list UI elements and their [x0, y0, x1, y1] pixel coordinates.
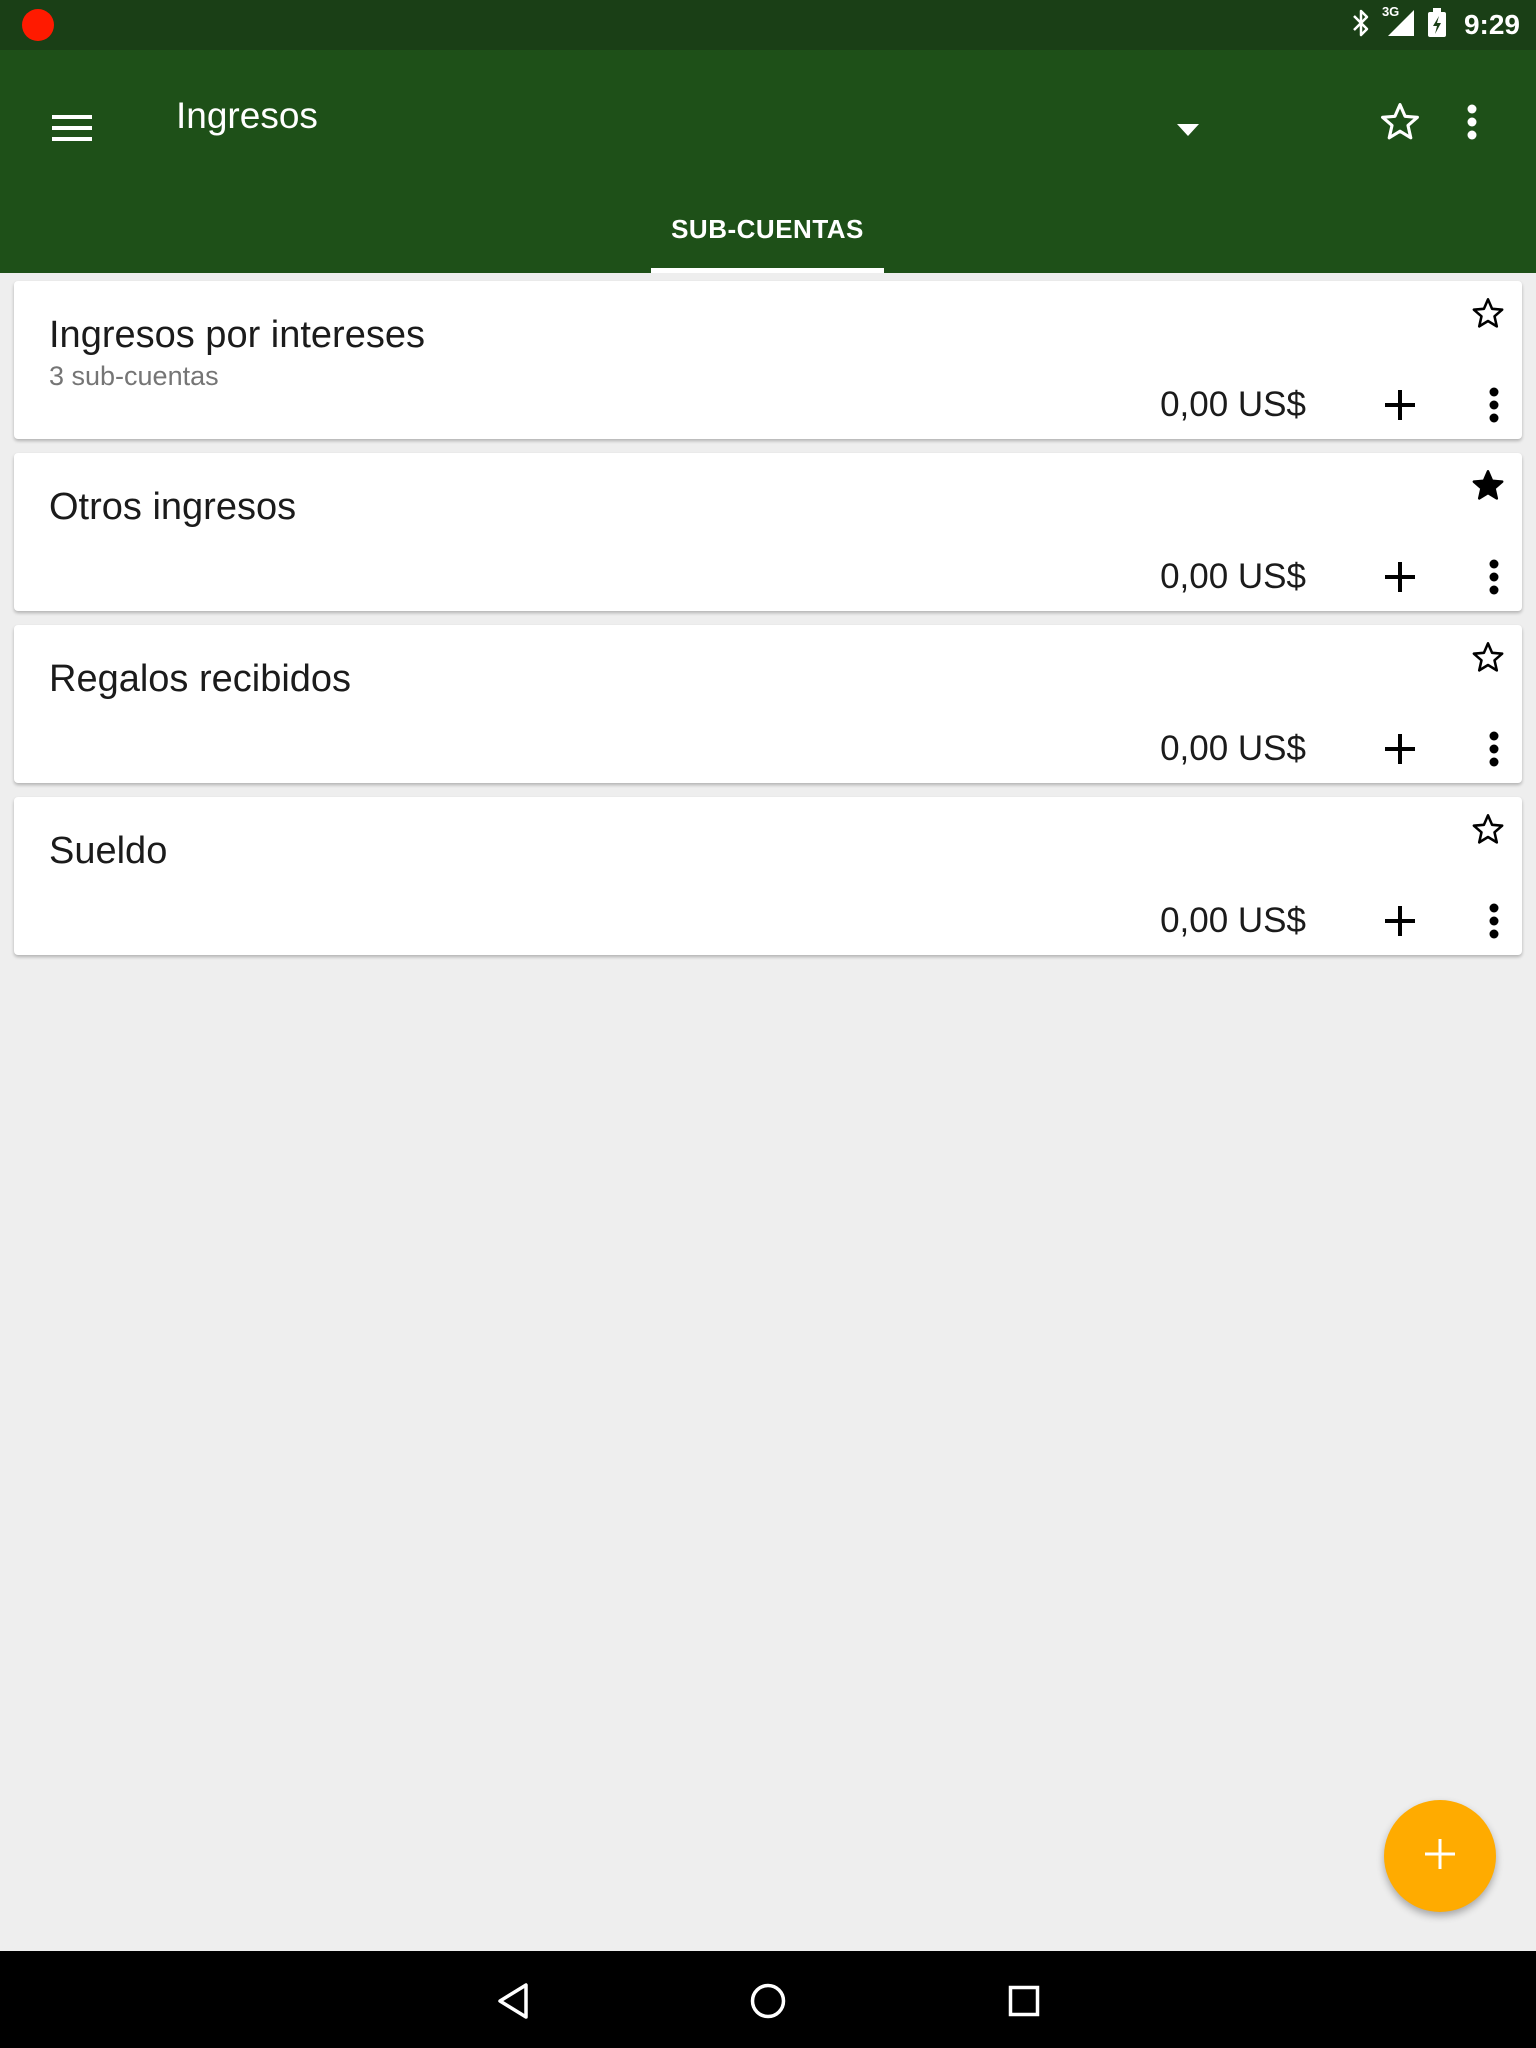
- star-outline-icon[interactable]: [1466, 635, 1510, 679]
- home-icon[interactable]: [736, 1969, 800, 2033]
- plus-icon[interactable]: [1372, 549, 1428, 605]
- more-vert-icon[interactable]: [1474, 549, 1514, 605]
- star-outline-icon[interactable]: [1466, 807, 1510, 851]
- account-name: Sueldo: [49, 830, 168, 872]
- dropdown-arrow-icon[interactable]: [1158, 100, 1218, 160]
- plus-icon[interactable]: [1372, 893, 1428, 949]
- star-outline-icon[interactable]: [1368, 90, 1432, 154]
- clock: 9:29: [1463, 9, 1520, 40]
- status-bar: 3G 9:29: [0, 0, 1536, 50]
- account-card[interactable]: Regalos recibidos 0,00 US$: [14, 625, 1522, 783]
- hamburger-menu-icon[interactable]: [32, 88, 112, 168]
- add-account-fab[interactable]: [1384, 1800, 1496, 1912]
- plus-icon[interactable]: [1372, 721, 1428, 777]
- recents-icon[interactable]: [992, 1969, 1056, 2033]
- account-balance: 0,00 US$: [1160, 385, 1306, 424]
- account-card[interactable]: Otros ingresos 0,00 US$: [14, 453, 1522, 611]
- status-icons: 3G 9:29: [1350, 0, 1520, 50]
- more-vert-icon[interactable]: [1474, 893, 1514, 949]
- app-bar: Ingresos SUB-CUENTAS: [0, 50, 1536, 273]
- plus-icon: [1425, 1838, 1455, 1874]
- signal-icon: 3G: [1382, 4, 1416, 43]
- account-name: Otros ingresos: [49, 486, 297, 528]
- back-icon[interactable]: [481, 1969, 545, 2033]
- account-name: Regalos recibidos: [49, 658, 352, 700]
- recording-dot-icon: [22, 9, 54, 41]
- account-name: Ingresos por intereses: [49, 314, 425, 356]
- navigation-bar: [0, 1951, 1536, 2048]
- tab-label: SUB-CUENTAS: [671, 214, 864, 244]
- network-type: 3G: [1381, 3, 1400, 19]
- account-card[interactable]: Ingresos por intereses 3 sub-cuentas 0,0…: [14, 281, 1522, 439]
- tab-indicator: [651, 268, 884, 273]
- star-filled-icon[interactable]: [1466, 463, 1510, 507]
- account-list: Ingresos por intereses 3 sub-cuentas 0,0…: [14, 281, 1522, 969]
- tab-sub-cuentas[interactable]: SUB-CUENTAS: [651, 200, 884, 273]
- account-card[interactable]: Sueldo 0,00 US$: [14, 797, 1522, 955]
- more-vert-icon[interactable]: [1448, 90, 1496, 154]
- battery-charging-icon: [1426, 7, 1448, 44]
- page-title[interactable]: Ingresos: [176, 92, 318, 140]
- plus-icon[interactable]: [1372, 377, 1428, 433]
- account-subtitle: 3 sub-cuentas: [49, 361, 219, 391]
- account-balance: 0,00 US$: [1160, 901, 1306, 940]
- more-vert-icon[interactable]: [1474, 721, 1514, 777]
- more-vert-icon[interactable]: [1474, 377, 1514, 433]
- account-balance: 0,00 US$: [1160, 729, 1306, 768]
- star-outline-icon[interactable]: [1466, 291, 1510, 335]
- bluetooth-icon: [1350, 8, 1372, 43]
- account-balance: 0,00 US$: [1160, 557, 1306, 596]
